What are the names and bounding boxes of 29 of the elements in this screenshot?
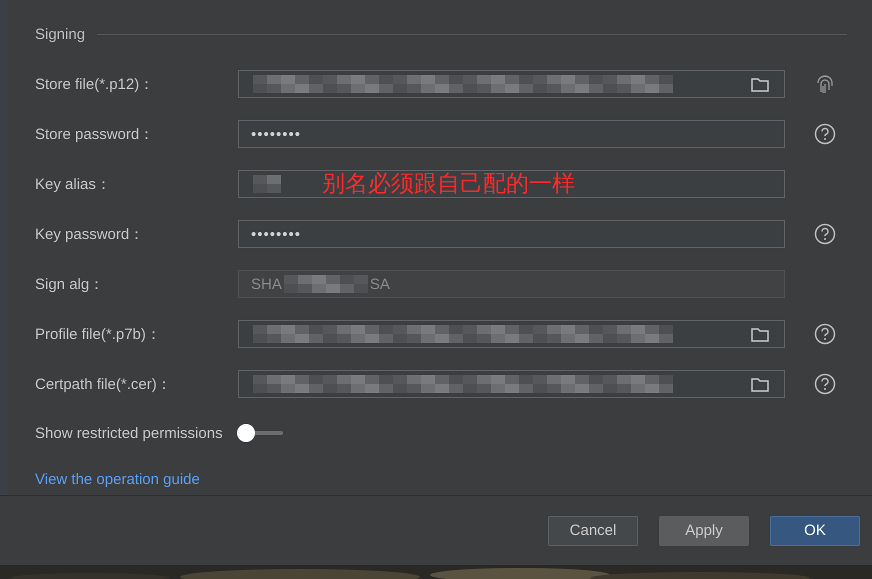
- help-icon[interactable]: [814, 373, 836, 395]
- folder-icon[interactable]: [751, 326, 769, 342]
- ok-button[interactable]: OK: [770, 516, 860, 546]
- readonly-field[interactable]: SHA SA: [238, 270, 785, 298]
- input-field[interactable]: [238, 370, 785, 398]
- annotation-text: 别名必须跟自己配的一样: [322, 169, 575, 198]
- field-label: Key alias：: [35, 174, 112, 194]
- field-label: Sign alg：: [35, 274, 106, 294]
- input-field[interactable]: [238, 170, 785, 198]
- folder-icon[interactable]: [751, 376, 769, 392]
- field-label: Profile file(*.p7b)：: [35, 324, 162, 344]
- apply-button[interactable]: Apply: [659, 516, 749, 546]
- toggle-label: Show restricted permissions: [35, 424, 223, 442]
- folder-icon[interactable]: [751, 76, 769, 92]
- password-field[interactable]: ••••••••: [238, 220, 785, 248]
- field-label: Certpath file(*.cer)：: [35, 374, 173, 394]
- field-label: Key password：: [35, 224, 146, 244]
- guide-link[interactable]: View the operation guide: [35, 471, 200, 488]
- field-label: Store file(*.p12)：: [35, 74, 156, 94]
- password-field[interactable]: ••••••••: [238, 120, 785, 148]
- input-field[interactable]: [238, 70, 785, 98]
- section-title: Signing: [35, 26, 86, 42]
- help-icon[interactable]: [814, 223, 836, 245]
- input-field[interactable]: [238, 320, 785, 348]
- help-icon[interactable]: [814, 323, 836, 345]
- cancel-button[interactable]: Cancel: [548, 516, 638, 546]
- field-label: Store password：: [35, 124, 156, 144]
- toggle-switch[interactable]: [236, 424, 283, 442]
- help-icon[interactable]: [814, 123, 836, 145]
